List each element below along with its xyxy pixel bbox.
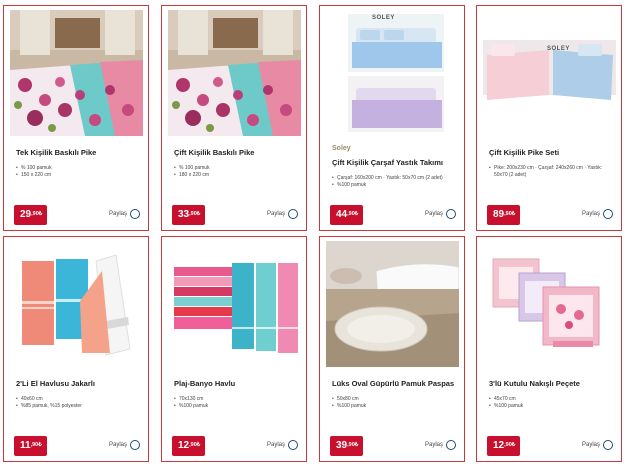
price-main: 12 bbox=[493, 440, 505, 451]
product-details: % 100 pamuk 150 x 220 cm bbox=[16, 165, 140, 179]
price-decimal: ,90₺ bbox=[504, 211, 516, 217]
product-details: 45x70 cm %100 pamuk bbox=[489, 396, 613, 410]
price-decimal: ,90₺ bbox=[31, 211, 43, 217]
price-badge: 39,90₺ bbox=[330, 436, 364, 456]
price-badge: 89,90₺ bbox=[487, 205, 521, 225]
price-decimal: ,90₺ bbox=[504, 442, 516, 448]
share-circle-icon[interactable] bbox=[130, 440, 140, 450]
share-circle-icon[interactable] bbox=[130, 209, 140, 219]
product-image-bath-mat bbox=[326, 241, 459, 367]
price-badge: 44,90₺ bbox=[330, 205, 364, 225]
product-title[interactable]: 3'lü Kutulu Nakışlı Peçete bbox=[489, 379, 615, 388]
price-badge: 29,90₺ bbox=[14, 205, 48, 225]
product-title[interactable]: Çift Kişilik Pike Seti bbox=[489, 148, 615, 157]
product-details: 40x60 cm %85 pamuk, %15 polyester bbox=[16, 396, 140, 410]
product-image-pique-set: SOLEY bbox=[483, 10, 616, 136]
product-detail: % 100 pamuk bbox=[16, 165, 140, 172]
brand-logo: SOLEY bbox=[372, 15, 395, 21]
product-detail: %100 pamuk bbox=[332, 403, 456, 410]
price-decimal: ,90₺ bbox=[189, 211, 201, 217]
product-title[interactable]: Çift Kişilik Baskılı Pike bbox=[174, 148, 300, 157]
product-card[interactable]: 2'Li El Havlusu Jakarlı 40x60 cm %85 pam… bbox=[3, 236, 149, 462]
product-title[interactable]: Tek Kişilik Baskılı Pike bbox=[16, 148, 142, 157]
price-badge: 11,90₺ bbox=[14, 436, 47, 456]
price-decimal: ,90₺ bbox=[30, 442, 42, 448]
share-button[interactable]: Paylaş bbox=[267, 440, 298, 450]
price-main: 33 bbox=[178, 209, 190, 220]
share-button[interactable]: Paylaş bbox=[109, 440, 140, 450]
share-circle-icon[interactable] bbox=[446, 209, 456, 219]
share-circle-icon[interactable] bbox=[288, 440, 298, 450]
price-main: 29 bbox=[20, 209, 32, 220]
product-detail: 50x80 cm bbox=[332, 396, 456, 403]
price-main: 12 bbox=[178, 440, 190, 451]
product-detail: Pike: 200x230 cm · Çarşaf: 240x260 cm · … bbox=[489, 165, 613, 179]
product-image-bedspread bbox=[10, 10, 143, 136]
product-image-sheet-set: SOLEY bbox=[326, 10, 459, 136]
share-button[interactable]: Paylaş bbox=[582, 209, 613, 219]
product-details: % 100 pamuk 180 x 220 cm bbox=[174, 165, 298, 179]
price-decimal: ,90₺ bbox=[347, 211, 359, 217]
product-details: 70x130 cm %100 pamuk bbox=[174, 396, 298, 410]
product-image-beach-towels bbox=[168, 241, 301, 367]
share-circle-icon[interactable] bbox=[603, 209, 613, 219]
price-badge: 12,90₺ bbox=[487, 436, 521, 456]
product-details: 50x80 cm %100 pamuk bbox=[332, 396, 456, 410]
product-detail: %100 pamuk bbox=[174, 403, 298, 410]
share-label: Paylaş bbox=[108, 442, 127, 448]
product-title[interactable]: 2'Li El Havlusu Jakarlı bbox=[16, 379, 142, 388]
price-decimal: ,90₺ bbox=[347, 442, 359, 448]
price-main: 89 bbox=[493, 209, 505, 220]
share-button[interactable]: Paylaş bbox=[109, 209, 140, 219]
product-title[interactable]: Çift Kişilik Çarşaf Yastık Takımı bbox=[332, 158, 458, 167]
price-badge: 33,90₺ bbox=[172, 205, 206, 225]
product-title[interactable]: Plaj-Banyo Havlu bbox=[174, 379, 300, 388]
share-circle-icon[interactable] bbox=[446, 440, 456, 450]
share-label: Paylaş bbox=[108, 211, 127, 217]
product-image-hand-towels bbox=[10, 241, 143, 367]
product-detail: %85 pamuk, %15 polyester bbox=[16, 403, 140, 410]
share-label: Paylaş bbox=[424, 442, 443, 448]
product-card[interactable]: Tek Kişilik Baskılı Pike % 100 pamuk 150… bbox=[3, 5, 149, 231]
product-detail: Çarşaf: 160x200 cm · Yastık: 50x70 cm (2… bbox=[332, 175, 456, 182]
share-label: Paylaş bbox=[424, 211, 443, 217]
product-detail: 180 x 220 cm bbox=[174, 172, 298, 179]
product-card[interactable]: Lüks Oval Güpürlü Pamuk Paspas 50x80 cm … bbox=[319, 236, 465, 462]
price-main: 44 bbox=[336, 209, 348, 220]
price-main: 11 bbox=[20, 440, 31, 451]
share-circle-icon[interactable] bbox=[288, 209, 298, 219]
price-decimal: ,90₺ bbox=[189, 442, 201, 448]
product-card[interactable]: SOLEY Çift Kişilik Pike Seti Pike: 200x2… bbox=[476, 5, 622, 231]
product-card[interactable]: Plaj-Banyo Havlu 70x130 cm %100 pamuk 12… bbox=[161, 236, 307, 462]
product-card[interactable]: SOLEY Soley Çift Kişilik Çarşaf Yastık T… bbox=[319, 5, 465, 231]
product-card[interactable]: Çift Kişilik Baskılı Pike % 100 pamuk 18… bbox=[161, 5, 307, 231]
product-detail: %100 pamuk bbox=[332, 182, 456, 189]
share-label: Paylaş bbox=[581, 442, 600, 448]
share-button[interactable]: Paylaş bbox=[425, 209, 456, 219]
product-detail: 150 x 220 cm bbox=[16, 172, 140, 179]
product-detail: 40x60 cm bbox=[16, 396, 140, 403]
price-main: 39 bbox=[336, 440, 348, 451]
product-detail: %100 pamuk bbox=[489, 403, 613, 410]
product-details: Pike: 200x230 cm · Çarşaf: 240x260 cm · … bbox=[489, 165, 613, 179]
product-title[interactable]: Lüks Oval Güpürlü Pamuk Paspas bbox=[332, 379, 458, 388]
share-circle-icon[interactable] bbox=[603, 440, 613, 450]
product-detail: % 100 pamuk bbox=[174, 165, 298, 172]
brand-logo: SOLEY bbox=[547, 46, 570, 52]
product-detail: 45x70 cm bbox=[489, 396, 613, 403]
share-label: Paylaş bbox=[266, 211, 285, 217]
share-label: Paylaş bbox=[581, 211, 600, 217]
share-label: Paylaş bbox=[266, 442, 285, 448]
product-grid: Tek Kişilik Baskılı Pike % 100 pamuk 150… bbox=[0, 0, 640, 467]
share-button[interactable]: Paylaş bbox=[425, 440, 456, 450]
price-badge: 12,90₺ bbox=[172, 436, 206, 456]
product-detail: 70x130 cm bbox=[174, 396, 298, 403]
product-details: Çarşaf: 160x200 cm · Yastık: 50x70 cm (2… bbox=[332, 175, 456, 189]
product-brand: Soley bbox=[332, 145, 351, 152]
share-button[interactable]: Paylaş bbox=[582, 440, 613, 450]
product-image-bedspread bbox=[168, 10, 301, 136]
product-card[interactable]: 3'lü Kutulu Nakışlı Peçete 45x70 cm %100… bbox=[476, 236, 622, 462]
product-image-boxed-napkins bbox=[483, 241, 616, 367]
share-button[interactable]: Paylaş bbox=[267, 209, 298, 219]
